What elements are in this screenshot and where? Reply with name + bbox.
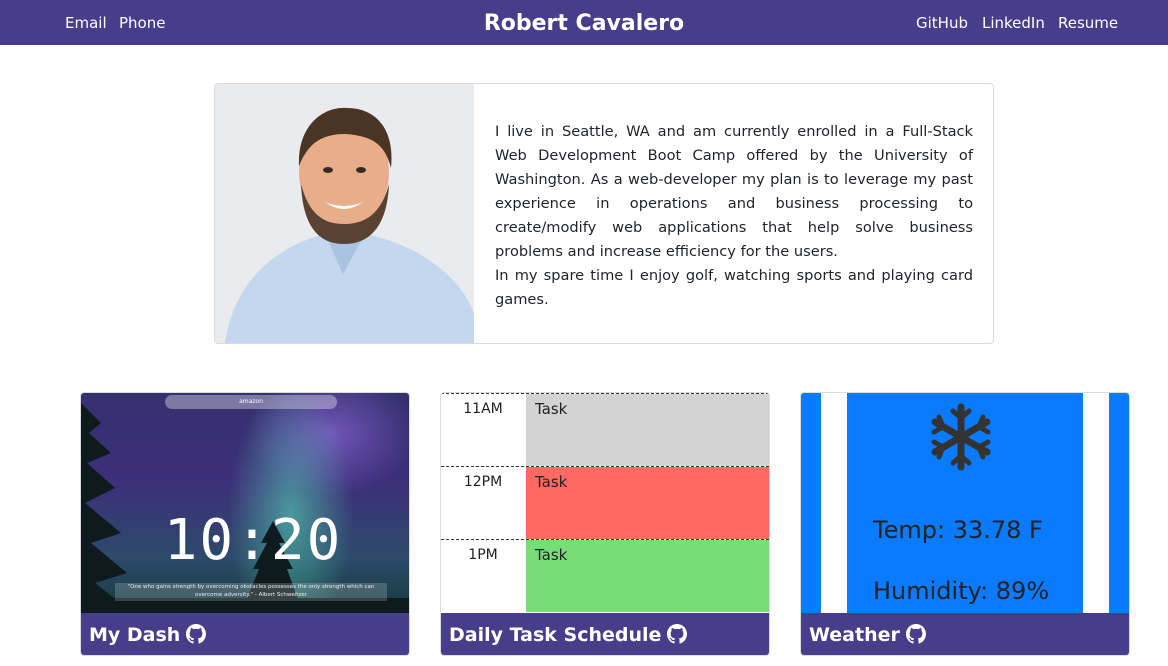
about-text: I live in Seattle, WA and am currently e… bbox=[495, 120, 973, 312]
nav-github-link[interactable]: GitHub bbox=[916, 14, 968, 32]
nav-resume-link[interactable]: Resume bbox=[1058, 14, 1118, 32]
schedule-task-input[interactable]: Task bbox=[526, 540, 769, 612]
weather-temp: Temp: 33.78 F bbox=[873, 516, 1043, 544]
daily-task-schedule-title-text: Daily Task Schedule bbox=[449, 624, 662, 646]
daily-task-schedule-title[interactable]: Daily Task Schedule bbox=[449, 623, 688, 647]
my-dash-title-text: My Dash bbox=[89, 624, 181, 646]
weather-footer: Weather bbox=[801, 613, 1129, 655]
dash-clock: 10:20 bbox=[163, 508, 343, 573]
navbar: Email Phone Robert Cavalero GitHub Linke… bbox=[0, 0, 1168, 45]
weather-title[interactable]: Weather bbox=[809, 623, 926, 647]
project-card-my-dash[interactable]: amazon 10:20 "One who gains strength by … bbox=[80, 392, 410, 656]
schedule-hour: 11AM bbox=[441, 394, 525, 466]
my-dash-title[interactable]: My Dash bbox=[89, 623, 207, 647]
schedule-task-input[interactable]: Task bbox=[526, 394, 769, 466]
tree-silhouette bbox=[81, 403, 409, 613]
schedule-hour: 1PM bbox=[441, 540, 525, 612]
profile-photo-illustration bbox=[215, 84, 474, 343]
weather-preview[interactable]: Temp: 33.78 F Humidity: 89% bbox=[801, 393, 1129, 613]
schedule-row: 12PM Task bbox=[441, 466, 769, 539]
weather-title-text: Weather bbox=[809, 624, 900, 646]
about-card: I live in Seattle, WA and am currently e… bbox=[214, 83, 994, 344]
profile-photo bbox=[215, 84, 474, 343]
about-paragraph-1: I live in Seattle, WA and am currently e… bbox=[495, 123, 973, 260]
schedule-row: 11AM Task bbox=[441, 393, 769, 466]
weather-border-right bbox=[1083, 393, 1109, 613]
my-dash-footer: My Dash bbox=[81, 613, 409, 655]
project-card-daily-task-schedule[interactable]: 11AM Task 12PM Task 1PM Task Daily Task … bbox=[440, 392, 770, 656]
dash-search-bar[interactable]: amazon bbox=[165, 395, 337, 409]
daily-task-schedule-footer: Daily Task Schedule bbox=[441, 613, 769, 655]
schedule-task-input[interactable]: Task bbox=[526, 467, 769, 539]
nav-linkedin-link[interactable]: LinkedIn bbox=[982, 14, 1045, 32]
schedule-hour: 12PM bbox=[441, 467, 525, 539]
weather-border-left bbox=[821, 393, 847, 613]
dash-quote: "One who gains strength by overcoming ob… bbox=[115, 583, 387, 601]
scheduler-preview[interactable]: 11AM Task 12PM Task 1PM Task bbox=[441, 393, 769, 613]
project-card-weather[interactable]: Temp: 33.78 F Humidity: 89% Weather bbox=[800, 392, 1130, 656]
my-dash-preview[interactable]: amazon 10:20 "One who gains strength by … bbox=[81, 393, 409, 613]
snowflake-icon bbox=[931, 403, 991, 471]
schedule-row: 1PM Task bbox=[441, 539, 769, 612]
github-icon[interactable] bbox=[905, 624, 926, 644]
weather-humidity: Humidity: 89% bbox=[873, 577, 1050, 605]
github-icon[interactable] bbox=[186, 624, 207, 644]
about-paragraph-2: In my spare time I enjoy golf, watching … bbox=[495, 267, 973, 308]
github-icon[interactable] bbox=[667, 624, 688, 644]
